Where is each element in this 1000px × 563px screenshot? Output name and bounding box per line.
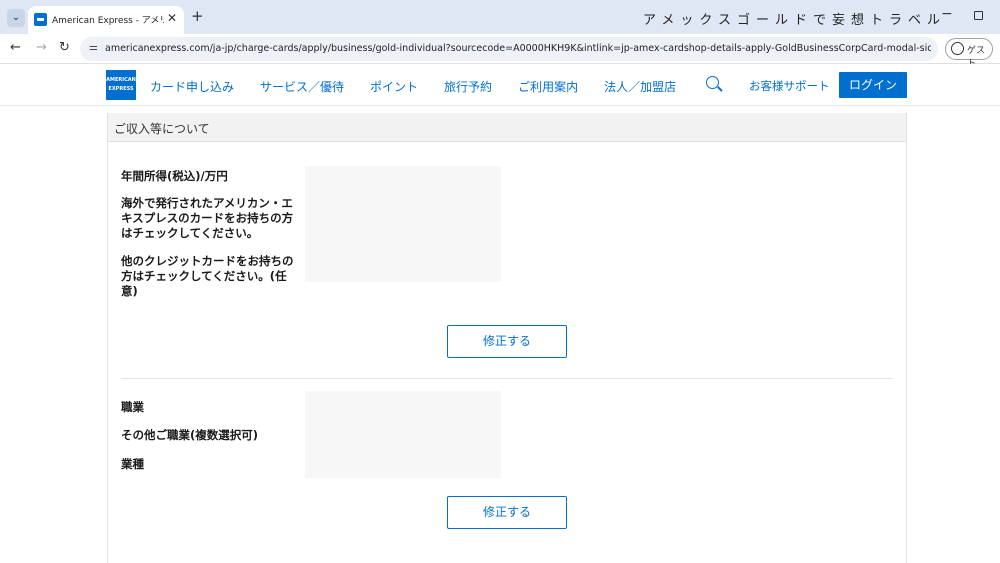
tab-title: American Express - アメリカン・エ — [52, 16, 164, 26]
edit-income-button[interactable]: 修正する — [447, 325, 567, 358]
other-occupation-label: その他ご職業(複数選択可) — [121, 428, 259, 442]
nav-card-apply[interactable]: カード申し込み — [150, 78, 234, 95]
other-credit-card-label: 他のクレジットカードをお持ちの方はチェックしてください。(任意) — [121, 254, 294, 298]
reload-icon[interactable]: ↻ — [59, 40, 70, 55]
login-button[interactable]: ログイン — [839, 72, 907, 98]
site-header: AMERICAN EXPRESS カード申し込み サービス／優待 ポイント 旅行… — [0, 64, 1000, 106]
overseas-card-label: 海外で発行されたアメリカン・エキスプレスのカードをお持ちの方はチェックしてくださ… — [121, 196, 294, 240]
close-tab-icon[interactable]: ✕ — [167, 11, 177, 25]
occupation-values-area — [305, 391, 501, 478]
nav-services[interactable]: サービス／優待 — [260, 78, 344, 95]
tab-search-chevron-icon[interactable]: ⌄ — [7, 9, 25, 27]
amex-logo[interactable]: AMERICAN EXPRESS — [106, 70, 136, 100]
nav-travel[interactable]: 旅行予約 — [444, 78, 492, 95]
url-text[interactable]: americanexpress.com/ja-jp/charge-cards/a… — [105, 43, 931, 54]
nav-usage-guide[interactable]: ご利用案内 — [518, 78, 578, 95]
divider — [121, 378, 893, 379]
address-bar[interactable]: ⚌ americanexpress.com/ja-jp/charge-cards… — [80, 37, 938, 61]
income-values-area — [305, 166, 501, 282]
edit-occupation-button[interactable]: 修正する — [447, 496, 567, 529]
new-tab-plus-icon[interactable]: + — [191, 7, 204, 25]
browser-toolbar: ← → ↻ ⚌ americanexpress.com/ja-jp/charge… — [0, 34, 1000, 69]
amex-favicon-icon — [34, 13, 47, 26]
site-info-icon[interactable]: ⚌ — [89, 42, 98, 53]
main-nav: カード申し込み サービス／優待 ポイント 旅行予約 ご利用案内 法人／加盟店 — [150, 78, 702, 95]
industry-label: 業種 — [121, 457, 144, 471]
nav-corporate[interactable]: 法人／加盟店 — [604, 78, 676, 95]
income-section: ご収入等について 年間所得(税込)/万円 海外で発行されたアメリカン・エキスプレ… — [107, 113, 907, 563]
section-title: ご収入等について — [114, 122, 210, 136]
forward-arrow-icon[interactable]: → — [36, 40, 47, 55]
window-title: アメックスゴールドで妄想トラベル — [643, 13, 946, 28]
annual-income-label: 年間所得(税込)/万円 — [121, 169, 228, 183]
back-arrow-icon[interactable]: ← — [10, 40, 21, 55]
occupation-label: 職業 — [121, 400, 144, 414]
nav-points[interactable]: ポイント — [370, 78, 418, 95]
section-header: ご収入等について — [108, 113, 906, 142]
search-icon[interactable] — [706, 76, 719, 89]
profile-avatar-icon — [951, 42, 964, 55]
maximize-icon[interactable] — [974, 11, 983, 20]
browser-tab-strip: ⌄ American Express - アメリカン・エ ✕ + アメックスゴー… — [0, 0, 1000, 34]
minimize-icon[interactable]: − — [941, 6, 953, 22]
customer-support-link[interactable]: お客様サポート — [749, 78, 830, 94]
profile-button[interactable]: ゲスト — [945, 38, 993, 69]
browser-tab[interactable]: American Express - アメリカン・エ ✕ — [28, 6, 184, 34]
